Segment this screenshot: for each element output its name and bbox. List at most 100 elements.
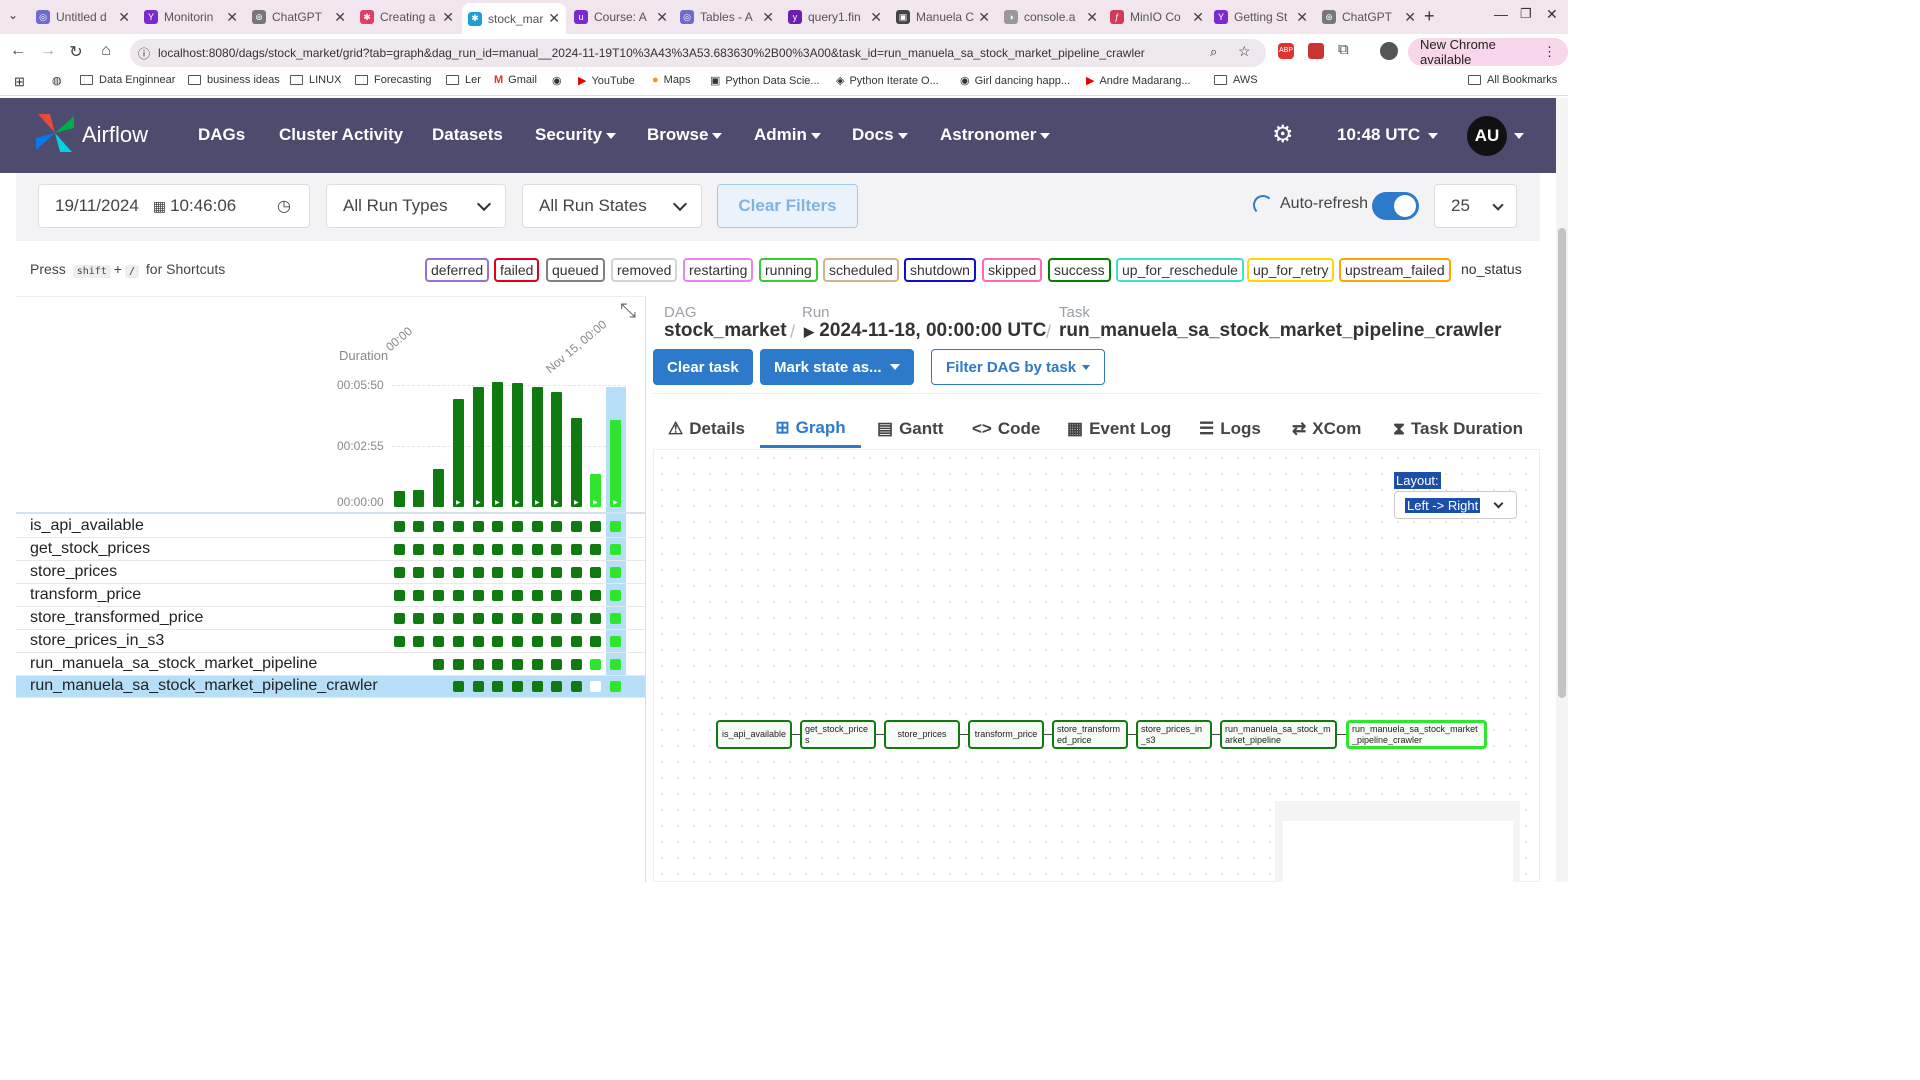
browser-tab[interactable]: y query1.fin ✕ bbox=[788, 4, 888, 30]
task-instance-cell[interactable] bbox=[394, 590, 405, 601]
task-instance-cell[interactable] bbox=[512, 590, 523, 601]
task-instance-cell[interactable] bbox=[590, 567, 601, 578]
task-instance-cell[interactable] bbox=[532, 521, 543, 532]
task-instance-cell[interactable] bbox=[590, 544, 601, 555]
graph-node[interactable]: run_manuela_sa_stock_market_pipeline bbox=[1220, 720, 1337, 749]
close-tab-icon[interactable]: ✕ bbox=[226, 9, 238, 26]
all-bookmarks[interactable]: All Bookmarks bbox=[1468, 74, 1557, 86]
task-instance-cell[interactable] bbox=[610, 521, 621, 532]
task-instance-cell[interactable] bbox=[571, 544, 582, 555]
close-tab-icon[interactable]: ✕ bbox=[334, 9, 346, 26]
task-instance-cell[interactable] bbox=[492, 544, 503, 555]
task-name[interactable]: store_transformed_price bbox=[30, 609, 203, 627]
tab-graph[interactable]: ⊞ Graph bbox=[760, 410, 861, 448]
task-instance-cell[interactable] bbox=[532, 636, 543, 647]
task-instance-cell[interactable] bbox=[551, 659, 562, 670]
nav-dags[interactable]: DAGs bbox=[198, 125, 245, 145]
caret-down-icon[interactable] bbox=[1514, 133, 1524, 139]
graph-node[interactable]: transform_price bbox=[968, 720, 1044, 749]
task-instance-cell[interactable] bbox=[551, 681, 562, 692]
task-instance-cell[interactable] bbox=[453, 567, 464, 578]
airflow-logo-icon[interactable] bbox=[32, 110, 78, 156]
task-instance-cell[interactable] bbox=[433, 613, 444, 624]
duration-bar[interactable] bbox=[492, 382, 503, 507]
tab-details[interactable]: ⚠ Details bbox=[668, 410, 745, 448]
tab-event-log[interactable]: ▦ Event Log bbox=[1067, 410, 1171, 448]
task-instance-cell[interactable] bbox=[512, 521, 523, 532]
close-tab-icon[interactable]: ✕ bbox=[1086, 9, 1098, 26]
task-instance-cell[interactable] bbox=[532, 681, 543, 692]
run-value[interactable]: ▶ 2024-11-18, 00:00:00 UTC bbox=[804, 320, 1046, 342]
bookmark-folder[interactable]: Forecasting bbox=[355, 74, 431, 86]
browser-tab[interactable]: ◑ console.a ✕ bbox=[1004, 4, 1104, 30]
graph-node[interactable]: store_transformed_price bbox=[1052, 720, 1128, 749]
bookmark-folder[interactable]: Ler bbox=[446, 74, 481, 86]
task-instance-cell[interactable] bbox=[453, 521, 464, 532]
browser-tab[interactable]: ✱ Creating a ✕ bbox=[360, 4, 460, 30]
task-instance-cell[interactable] bbox=[453, 659, 464, 670]
duration-bar[interactable] bbox=[413, 490, 424, 507]
task-instance-cell[interactable] bbox=[413, 590, 424, 601]
task-instance-cell[interactable] bbox=[551, 590, 562, 601]
task-instance-cell[interactable] bbox=[532, 544, 543, 555]
task-instance-cell[interactable] bbox=[551, 521, 562, 532]
close-tab-icon[interactable]: ✕ bbox=[1192, 9, 1204, 26]
nav-datasets[interactable]: Datasets bbox=[432, 125, 503, 145]
close-tab-icon[interactable]: ✕ bbox=[1404, 9, 1416, 26]
scrollbar-thumb[interactable] bbox=[1558, 228, 1566, 698]
task-instance-cell[interactable] bbox=[610, 636, 621, 647]
browser-tab[interactable]: ▣ Manuela C ✕ bbox=[896, 4, 996, 30]
legend-scheduled[interactable]: scheduled bbox=[823, 258, 899, 282]
task-instance-cell[interactable] bbox=[512, 636, 523, 647]
bookmark-folder[interactable]: business ideas bbox=[188, 74, 280, 86]
graph-node[interactable]: get_stock_prices bbox=[800, 720, 876, 749]
task-instance-cell[interactable] bbox=[610, 567, 621, 578]
adblock-icon[interactable]: ABP bbox=[1278, 43, 1294, 59]
legend-running[interactable]: running bbox=[759, 258, 818, 282]
task-name[interactable]: run_manuela_sa_stock_market_pipeline bbox=[30, 655, 317, 673]
site-info-icon[interactable]: ⓘ bbox=[138, 45, 150, 62]
page-size-select[interactable]: 25 bbox=[1434, 184, 1517, 228]
task-name[interactable]: store_prices bbox=[30, 563, 117, 581]
task-instance-cell[interactable] bbox=[492, 590, 503, 601]
page-scrollbar[interactable] bbox=[1556, 98, 1568, 882]
task-instance-cell[interactable] bbox=[610, 659, 621, 670]
task-instance-cell[interactable] bbox=[413, 544, 424, 555]
browser-tab[interactable]: u Course: A ✕ bbox=[574, 4, 674, 30]
bookmark-link[interactable]: ◉ Girl dancing happ... bbox=[960, 74, 1070, 88]
nav-docs[interactable]: Docs bbox=[852, 125, 908, 145]
task-instance-cell[interactable] bbox=[413, 521, 424, 532]
legend-upstream_failed[interactable]: upstream_failed bbox=[1339, 258, 1451, 282]
browser-tab[interactable]: ƒ MinIO Co ✕ bbox=[1110, 4, 1210, 30]
bookmark-folder[interactable]: Data Enginnear bbox=[80, 74, 175, 86]
tab-list-icon[interactable]: ⌄ bbox=[8, 8, 18, 22]
task-instance-cell[interactable] bbox=[394, 567, 405, 578]
bookmark-youtube[interactable]: ▶ YouTube bbox=[578, 74, 635, 88]
task-instance-cell[interactable] bbox=[433, 659, 444, 670]
task-instance-cell[interactable] bbox=[571, 590, 582, 601]
forward-icon[interactable]: → bbox=[38, 42, 58, 60]
duration-bar[interactable] bbox=[473, 387, 484, 507]
duration-bar[interactable] bbox=[394, 491, 405, 507]
bookmark-maps[interactable]: ● Maps bbox=[652, 74, 691, 86]
task-instance-cell[interactable] bbox=[394, 544, 405, 555]
calendar-icon[interactable]: ▦ bbox=[153, 198, 166, 215]
browser-tab[interactable]: Y Monitorin ✕ bbox=[144, 4, 244, 30]
graph-node[interactable]: is_api_available bbox=[716, 720, 792, 749]
duration-bar[interactable] bbox=[571, 418, 582, 507]
task-instance-cell[interactable] bbox=[571, 567, 582, 578]
task-instance-cell[interactable] bbox=[492, 681, 503, 692]
clear-task-button[interactable]: Clear task bbox=[653, 349, 753, 385]
task-instance-cell[interactable] bbox=[492, 659, 503, 670]
tab-gantt[interactable]: ▤ Gantt bbox=[877, 410, 943, 448]
apps-grid-icon[interactable]: ⊞ bbox=[14, 74, 25, 90]
close-tab-icon[interactable]: ✕ bbox=[762, 9, 774, 26]
close-tab-icon[interactable]: ✕ bbox=[656, 9, 668, 26]
task-instance-cell[interactable] bbox=[453, 544, 464, 555]
extension-icon[interactable] bbox=[1308, 43, 1324, 59]
browser-tab-active[interactable]: ✱ stock_mar ✕ bbox=[462, 3, 566, 34]
task-instance-cell[interactable] bbox=[532, 613, 543, 624]
browser-tab[interactable]: ◎ Tables - A ✕ bbox=[680, 4, 780, 30]
restore-icon[interactable]: ❐ bbox=[1520, 6, 1532, 22]
task-instance-cell[interactable] bbox=[590, 521, 601, 532]
